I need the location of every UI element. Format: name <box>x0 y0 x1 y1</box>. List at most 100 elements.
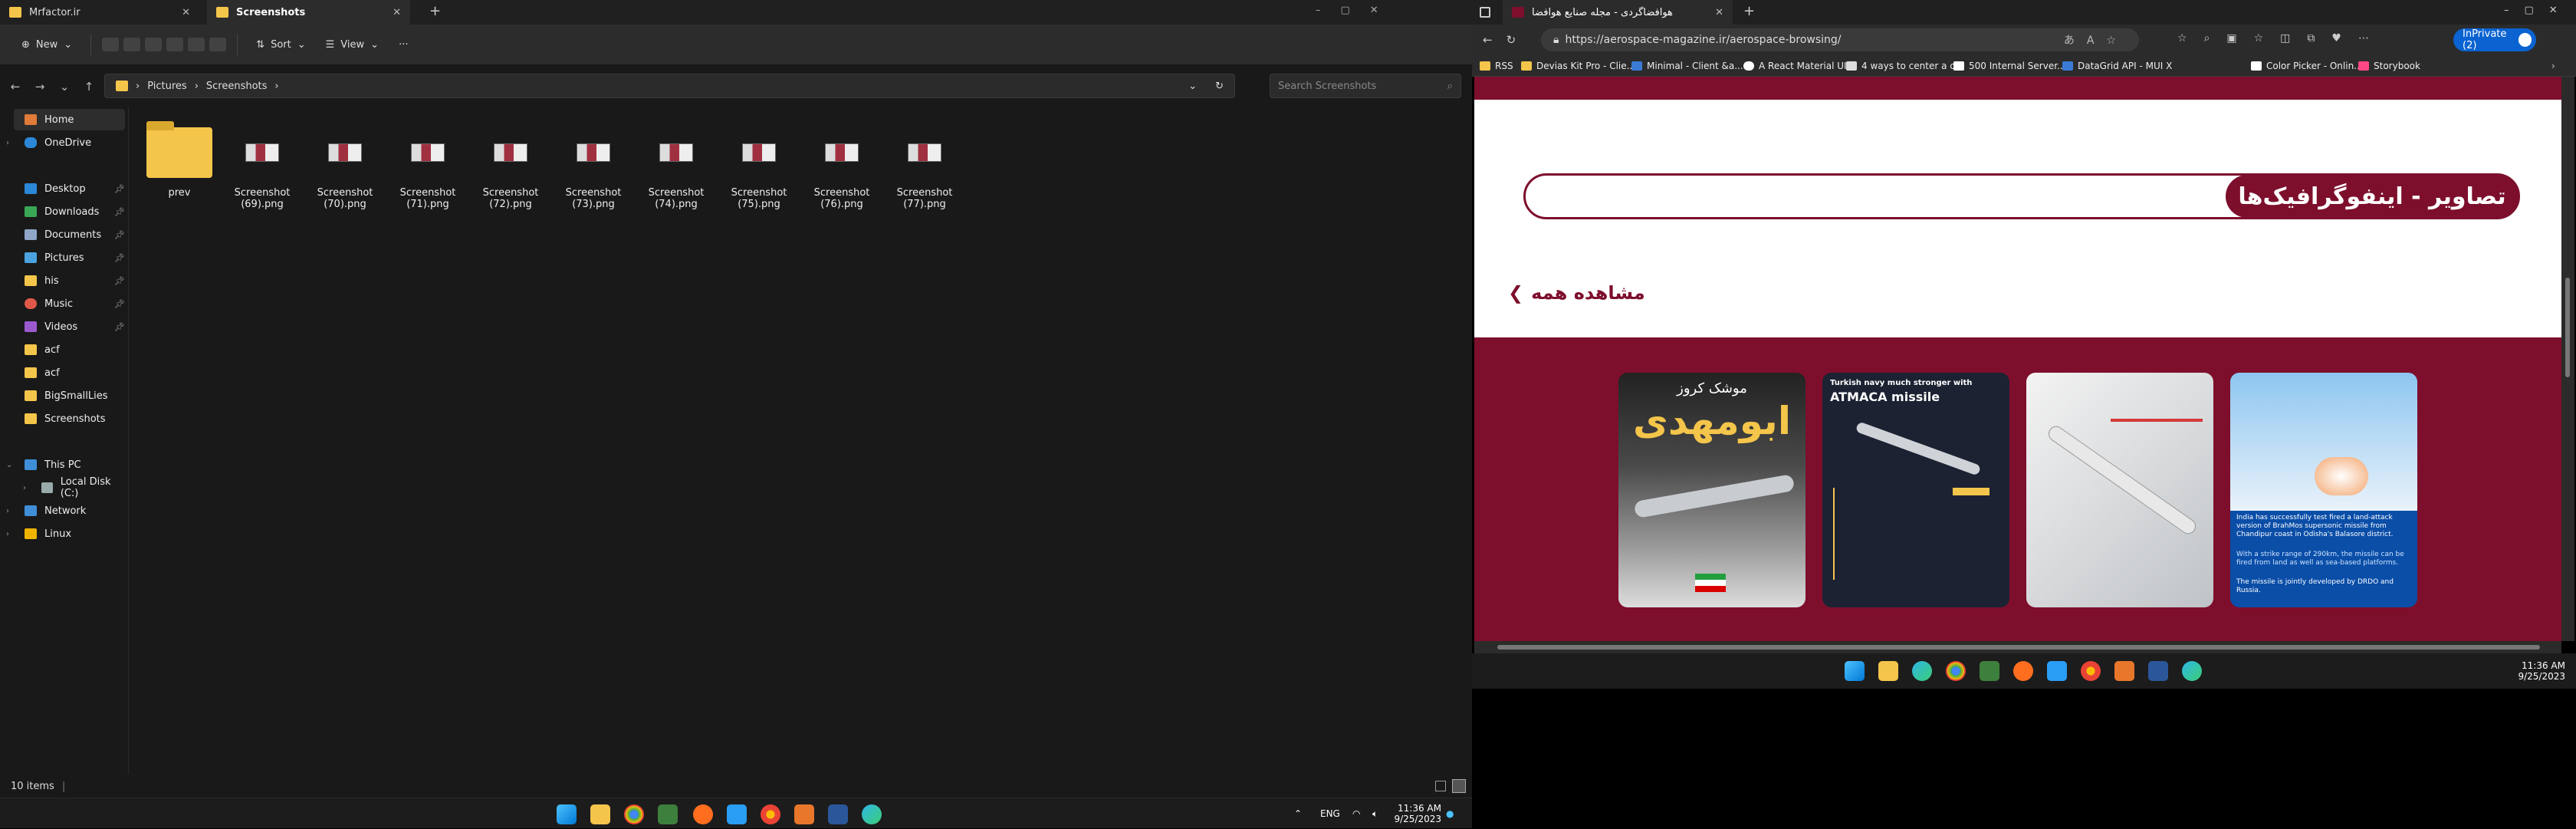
pin-icon[interactable]: 📌︎ <box>114 230 125 240</box>
word-icon[interactable] <box>2148 661 2168 681</box>
url-bar[interactable]: 🔒︎ https://aerospace-magazine.ir/aerospa… <box>1541 28 2139 51</box>
window-controls[interactable]: –▢✕ <box>2504 5 2573 16</box>
edge-icon[interactable] <box>862 804 882 824</box>
sidebar-item-linux[interactable]: › Linux <box>6 523 125 544</box>
bookmark-item[interactable]: 500 Internal Server... <box>1953 55 2065 77</box>
up-arrow-icon[interactable]: ↑ <box>77 80 101 94</box>
bookmark-item[interactable]: Devias Kit Pro - Clie... <box>1521 55 1635 77</box>
folder-prev[interactable]: prev <box>141 121 218 199</box>
sidebar-item-his[interactable]: his 📌︎ <box>14 270 125 291</box>
file-item[interactable]: Screenshot (72).png <box>472 123 549 210</box>
firefox-icon[interactable] <box>693 804 713 824</box>
view-button[interactable]: ☰ View ⌄ <box>318 35 386 55</box>
pin-icon[interactable]: 📌︎ <box>114 276 125 286</box>
new-button[interactable]: ⊕ New ⌄ <box>14 35 80 55</box>
toolbar-icons[interactable]: ☆⌕▣☆◫⧉♥⋯ <box>2177 32 2386 44</box>
gallery-card[interactable]: موشک کروز ابومهدی <box>1618 373 1806 607</box>
delete-icon[interactable] <box>209 38 227 51</box>
gallery-card[interactable] <box>2026 373 2213 607</box>
chevron-right-icon[interactable]: › <box>6 530 9 538</box>
start-icon[interactable] <box>1845 661 1865 681</box>
scrollbar-thumb[interactable] <box>2565 278 2570 377</box>
url-bar-icons[interactable]: あA☆ <box>2064 32 2128 48</box>
sidebar-item-network[interactable]: › Network <box>6 500 125 521</box>
file-item[interactable]: Screenshot (76).png <box>803 123 880 210</box>
gallery-card[interactable]: Turkish navy much stronger with ATMACA m… <box>1822 373 2009 607</box>
bookmark-item[interactable]: RSS <box>1480 55 1513 77</box>
wifi-icon[interactable]: ◠ <box>1352 798 1360 829</box>
xampp-icon[interactable] <box>794 804 814 824</box>
sidebar-item-desktop[interactable]: Desktop 📌︎ <box>14 178 125 199</box>
view-all-link[interactable]: ❮ مشاهده همه <box>1508 282 1645 304</box>
back-arrow-icon[interactable]: ← <box>3 80 28 94</box>
sidebar-item-pictures[interactable]: Pictures 📌︎ <box>14 247 125 268</box>
chevron-down-icon[interactable]: ⌄ <box>6 461 12 469</box>
firefox-icon[interactable] <box>2013 661 2033 681</box>
notepad-icon[interactable] <box>1980 661 1999 681</box>
horizontal-scrollbar[interactable] <box>1474 641 2561 653</box>
chrome-canary-icon[interactable] <box>2081 661 2101 681</box>
new-tab-button[interactable]: + <box>1743 3 1755 19</box>
vscode-icon[interactable] <box>2047 661 2067 681</box>
file-item[interactable]: Screenshot (75).png <box>721 123 797 210</box>
file-item[interactable]: Screenshot (71).png <box>389 123 466 210</box>
breadcrumb-pictures[interactable]: Pictures <box>147 81 186 92</box>
file-item[interactable]: Screenshot (70).png <box>307 123 383 210</box>
chevron-right-icon[interactable]: › <box>23 484 26 492</box>
close-icon[interactable]: ✕ <box>393 7 401 18</box>
sidebar-item-music[interactable]: Music 📌︎ <box>14 293 125 314</box>
bookmark-item[interactable]: Storybook <box>2358 55 2420 77</box>
sidebar-item-acf[interactable]: acf <box>14 339 125 360</box>
sidebar-item-local-disk[interactable]: › Local Disk (C:) <box>23 476 127 499</box>
share-icon[interactable] <box>188 38 205 51</box>
bookmark-item[interactable]: 4 ways to center a c... <box>1846 55 1963 77</box>
more-options-button[interactable]: ··· <box>391 35 416 55</box>
chrome-canary-icon[interactable] <box>761 804 780 824</box>
tiles-view-icon[interactable] <box>1452 779 1466 793</box>
details-view-icon[interactable] <box>1435 781 1446 791</box>
close-icon[interactable]: ✕ <box>182 7 190 18</box>
inprivate-badge[interactable]: InPrivate (2) <box>2453 28 2536 51</box>
vertical-scrollbar[interactable] <box>2561 77 2574 641</box>
sidebar-item-screenshots[interactable]: Screenshots <box>14 408 125 429</box>
sidebar-item-onedrive[interactable]: › OneDrive <box>6 132 125 153</box>
browser-tab[interactable]: هوافضاگردی - مجله صنایع هوافضا ✕ <box>1503 0 1733 25</box>
new-tab-button[interactable]: + <box>429 3 441 19</box>
chrome-icon[interactable] <box>1946 661 1966 681</box>
gallery-card[interactable]: India has successfully test fired a land… <box>2230 373 2417 607</box>
file-item[interactable]: Screenshot (73).png <box>555 123 632 210</box>
refresh-icon[interactable]: ↻ <box>1215 81 1224 92</box>
chevron-right-icon[interactable]: › <box>6 139 9 147</box>
copy-icon[interactable] <box>123 38 141 51</box>
file-item[interactable]: Screenshot (69).png <box>224 123 301 210</box>
search-input[interactable]: Search Screenshots ⌕ <box>1270 74 1461 98</box>
pin-icon[interactable]: 📌︎ <box>114 184 125 194</box>
sidebar-item-videos[interactable]: Videos 📌︎ <box>14 316 125 337</box>
forward-arrow-icon[interactable]: → <box>28 80 52 94</box>
back-arrow-icon[interactable]: ← <box>1483 33 1493 47</box>
clock[interactable]: 11:36 AM 9/25/2023 <box>2515 653 2565 689</box>
vscode-icon[interactable] <box>727 804 747 824</box>
word-icon[interactable] <box>828 804 848 824</box>
edge-icon[interactable] <box>1912 661 1932 681</box>
sort-button[interactable]: ⇅ Sort ⌄ <box>248 35 313 55</box>
file-item[interactable]: Screenshot (77).png <box>886 123 963 210</box>
breadcrumb-screenshots[interactable]: Screenshots <box>206 81 268 92</box>
clock[interactable]: 11:36 AM 9/25/2023 <box>1394 798 1441 829</box>
bookmark-item[interactable]: Minimal - Client &a... <box>1631 55 1743 77</box>
pin-icon[interactable]: 📌︎ <box>114 253 125 263</box>
tab-screenshots[interactable]: Screenshots ✕ <box>207 0 410 25</box>
chevron-down-icon[interactable]: ⌄ <box>1188 81 1197 92</box>
workspaces-icon[interactable] <box>1480 7 1490 18</box>
sidebar-item-documents[interactable]: Documents 📌︎ <box>14 224 125 245</box>
bookmark-item[interactable]: DataGrid API - MUI X <box>2062 55 2172 77</box>
file-item[interactable]: Screenshot (74).png <box>638 123 715 210</box>
sidebar-item-acf[interactable]: acf <box>14 362 125 383</box>
sidebar-item-bigsmalllies[interactable]: BigSmallLies <box>14 385 125 406</box>
file-explorer-icon[interactable] <box>1878 661 1898 681</box>
scrollbar-thumb[interactable] <box>1497 645 2540 650</box>
file-explorer-icon[interactable] <box>590 804 610 824</box>
pin-icon[interactable]: 📌︎ <box>114 322 125 332</box>
bookmark-item[interactable]: Color Picker - Onlin... <box>2251 55 2363 77</box>
rename-icon[interactable] <box>166 38 184 51</box>
